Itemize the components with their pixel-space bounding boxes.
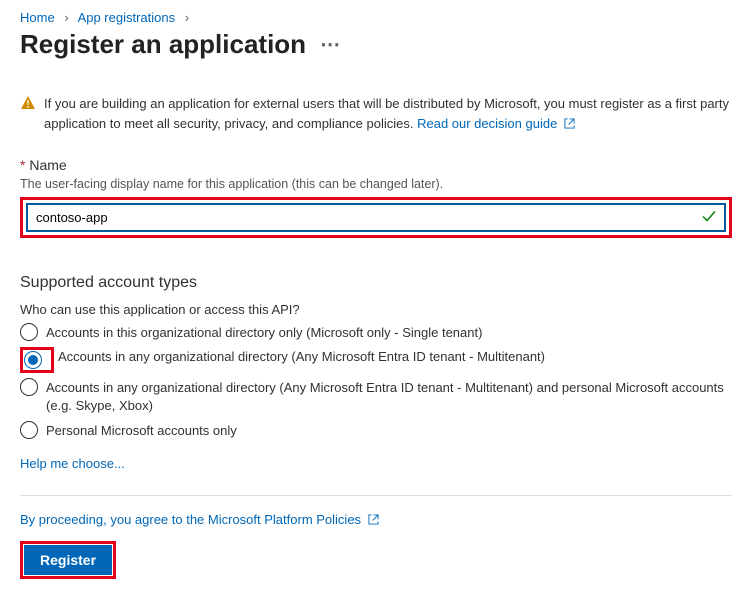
radio-label: Personal Microsoft accounts only: [46, 421, 237, 440]
breadcrumb: Home › App registrations ›: [20, 10, 732, 25]
required-asterisk: *: [20, 157, 25, 173]
chevron-right-icon: ›: [179, 10, 195, 25]
name-input[interactable]: [26, 203, 726, 232]
decision-guide-link[interactable]: Read our decision guide: [417, 116, 575, 131]
divider: [20, 495, 732, 496]
chevron-right-icon: ›: [58, 10, 74, 25]
radio-label: Accounts in any organizational directory…: [58, 347, 545, 366]
warning-text: If you are building an application for e…: [44, 96, 729, 131]
account-option-personal-only[interactable]: Personal Microsoft accounts only: [20, 421, 732, 440]
agree-text: By proceeding, you agree to the Microsof…: [20, 512, 732, 527]
name-label: * Name: [20, 157, 732, 173]
breadcrumb-home[interactable]: Home: [20, 10, 55, 25]
name-hint: The user-facing display name for this ap…: [20, 177, 732, 191]
highlight-box: [20, 347, 54, 373]
account-option-single-tenant[interactable]: Accounts in this organizational director…: [20, 323, 732, 342]
account-option-multitenant[interactable]: Accounts in any organizational directory…: [20, 347, 732, 373]
external-link-icon: [564, 118, 575, 129]
page-title-text: Register an application: [20, 29, 306, 60]
name-label-text: Name: [29, 157, 66, 173]
more-actions-button[interactable]: ⋯: [320, 32, 341, 57]
register-button[interactable]: Register: [24, 545, 112, 575]
help-me-choose-link[interactable]: Help me choose...: [20, 456, 125, 471]
radio-icon: [20, 323, 38, 341]
warning-banner: If you are building an application for e…: [20, 94, 732, 133]
platform-policies-link-text: By proceeding, you agree to the Microsof…: [20, 512, 361, 527]
account-types-title: Supported account types: [20, 274, 732, 292]
account-types-question: Who can use this application or access t…: [20, 302, 732, 317]
radio-icon: [20, 378, 38, 396]
radio-label: Accounts in any organizational directory…: [46, 378, 732, 415]
decision-guide-link-text: Read our decision guide: [417, 116, 557, 131]
radio-icon: [20, 421, 38, 439]
check-icon: [702, 209, 716, 226]
platform-policies-link[interactable]: By proceeding, you agree to the Microsof…: [20, 512, 379, 527]
radio-label: Accounts in this organizational director…: [46, 323, 482, 342]
account-option-multitenant-personal[interactable]: Accounts in any organizational directory…: [20, 378, 732, 415]
radio-icon: [24, 351, 42, 369]
breadcrumb-app-registrations[interactable]: App registrations: [78, 10, 176, 25]
warning-icon: [20, 95, 36, 117]
external-link-icon: [368, 514, 379, 525]
page-title: Register an application ⋯: [20, 29, 732, 60]
